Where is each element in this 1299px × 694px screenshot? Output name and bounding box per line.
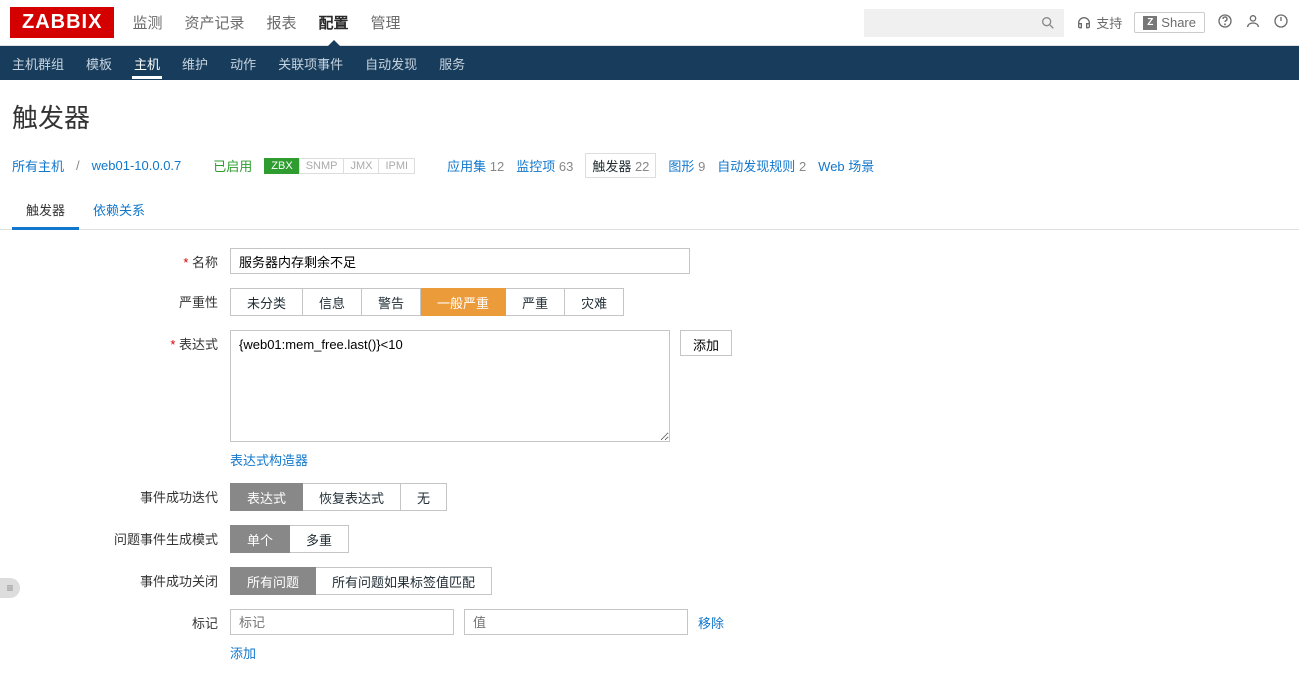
label-tags: 标记 <box>12 609 230 632</box>
button-add-expression[interactable]: 添加 <box>680 330 732 356</box>
severity-high[interactable]: 严重 <box>506 288 565 316</box>
search-icon[interactable] <box>1040 15 1056 34</box>
share-button[interactable]: Z Share <box>1134 12 1205 33</box>
tabs: 触发器 依赖关系 <box>0 190 1299 230</box>
link-tag-add[interactable]: 添加 <box>230 643 724 662</box>
top-bar: ZABBIX 监测 资产记录 报表 配置 管理 支持 Z Share <box>0 0 1299 46</box>
label-probgen: 问题事件生成模式 <box>12 525 230 548</box>
search-input[interactable] <box>864 9 1064 37</box>
logout-icon[interactable] <box>1273 13 1289 32</box>
subnav-templates[interactable]: 模板 <box>84 46 114 81</box>
probgen-single[interactable]: 单个 <box>230 525 290 553</box>
label-name: 名称 <box>12 248 230 271</box>
subnav-correlation[interactable]: 关联项事件 <box>276 46 345 81</box>
topnav-configuration[interactable]: 配置 <box>317 0 351 45</box>
topnav-administration[interactable]: 管理 <box>369 0 403 45</box>
link-discovery[interactable]: 自动发现规则 2 <box>717 156 806 175</box>
headset-icon <box>1076 15 1092 31</box>
interface-badges: ZBX SNMP JMX IPMI <box>264 158 415 174</box>
top-nav: 监测 资产记录 报表 配置 管理 <box>130 0 402 45</box>
subnav-discovery[interactable]: 自动发现 <box>363 46 419 81</box>
severity-disaster[interactable]: 灾难 <box>565 288 624 316</box>
tab-dependencies[interactable]: 依赖关系 <box>79 190 159 229</box>
badge-zbx: ZBX <box>264 158 298 174</box>
top-right: 支持 Z Share <box>864 9 1289 37</box>
label-okevent: 事件成功迭代 <box>12 483 230 506</box>
severity-warning[interactable]: 警告 <box>362 288 421 316</box>
label-severity: 严重性 <box>12 288 230 311</box>
edge-handle-icon[interactable]: ≡ <box>0 578 20 598</box>
okevent-expression[interactable]: 表达式 <box>230 483 303 511</box>
subnav-hosts[interactable]: 主机 <box>132 46 162 81</box>
link-apps[interactable]: 应用集 12 <box>447 156 504 175</box>
z-icon: Z <box>1143 16 1157 30</box>
subnav-actions[interactable]: 动作 <box>228 46 258 81</box>
link-graphs[interactable]: 图形 9 <box>668 156 705 175</box>
share-label: Share <box>1161 15 1196 30</box>
link-triggers[interactable]: 触发器 22 <box>585 153 656 178</box>
input-tag-key[interactable] <box>230 609 454 635</box>
breadcrumb: 所有主机 / web01-10.0.0.7 已启用 ZBX SNMP JMX I… <box>0 149 1299 190</box>
link-expression-constructor[interactable]: 表达式构造器 <box>230 450 732 469</box>
okclose-group: 所有问题 所有问题如果标签值匹配 <box>230 567 492 595</box>
probgen-multiple[interactable]: 多重 <box>290 525 349 553</box>
status-enabled: 已启用 <box>213 156 252 175</box>
label-expression: 表达式 <box>12 330 230 353</box>
crumb-allhosts[interactable]: 所有主机 <box>12 156 64 175</box>
link-items[interactable]: 监控项 63 <box>516 156 573 175</box>
tab-trigger[interactable]: 触发器 <box>12 190 79 229</box>
input-tag-value[interactable] <box>464 609 688 635</box>
sub-nav: 主机群组 模板 主机 维护 动作 关联项事件 自动发现 服务 <box>0 46 1299 80</box>
severity-info[interactable]: 信息 <box>303 288 362 316</box>
topnav-monitoring[interactable]: 监测 <box>130 0 164 45</box>
support-link[interactable]: 支持 <box>1076 13 1122 32</box>
tag-row: 移除 <box>230 609 724 635</box>
support-label: 支持 <box>1096 13 1122 32</box>
probgen-group: 单个 多重 <box>230 525 349 553</box>
link-tag-remove[interactable]: 移除 <box>698 613 724 632</box>
severity-group: 未分类 信息 警告 一般严重 严重 灾难 <box>230 288 624 316</box>
page-title: 触发器 <box>0 80 1299 149</box>
trigger-form: 名称 严重性 未分类 信息 警告 一般严重 严重 灾难 表达式 {web01:m… <box>0 230 1299 694</box>
okevent-recovery[interactable]: 恢复表达式 <box>303 483 401 511</box>
crumb-sep: / <box>76 158 80 173</box>
crumb-host[interactable]: web01-10.0.0.7 <box>92 158 182 173</box>
badge-snmp: SNMP <box>299 158 344 174</box>
okevent-group: 表达式 恢复表达式 无 <box>230 483 447 511</box>
okevent-none[interactable]: 无 <box>401 483 447 511</box>
logo[interactable]: ZABBIX <box>10 7 114 38</box>
help-icon[interactable] <box>1217 13 1233 32</box>
subnav-services[interactable]: 服务 <box>437 46 467 81</box>
topnav-inventory[interactable]: 资产记录 <box>182 0 246 45</box>
subnav-maintenance[interactable]: 维护 <box>180 46 210 81</box>
search-wrap <box>864 9 1064 37</box>
subnav-hostgroups[interactable]: 主机群组 <box>10 46 66 81</box>
label-okclose: 事件成功关闭 <box>12 567 230 590</box>
link-webscenarios[interactable]: Web 场景 <box>818 156 874 175</box>
user-icon[interactable] <box>1245 13 1261 32</box>
okclose-all[interactable]: 所有问题 <box>230 567 316 595</box>
textarea-expression[interactable]: {web01:mem_free.last()}<10 <box>230 330 670 442</box>
severity-average[interactable]: 一般严重 <box>421 288 506 316</box>
severity-notclassified[interactable]: 未分类 <box>230 288 303 316</box>
badge-jmx: JMX <box>343 158 378 174</box>
input-name[interactable] <box>230 248 690 274</box>
okclose-tagmatch[interactable]: 所有问题如果标签值匹配 <box>316 567 492 595</box>
topnav-reports[interactable]: 报表 <box>264 0 298 45</box>
badge-ipmi: IPMI <box>378 158 415 174</box>
